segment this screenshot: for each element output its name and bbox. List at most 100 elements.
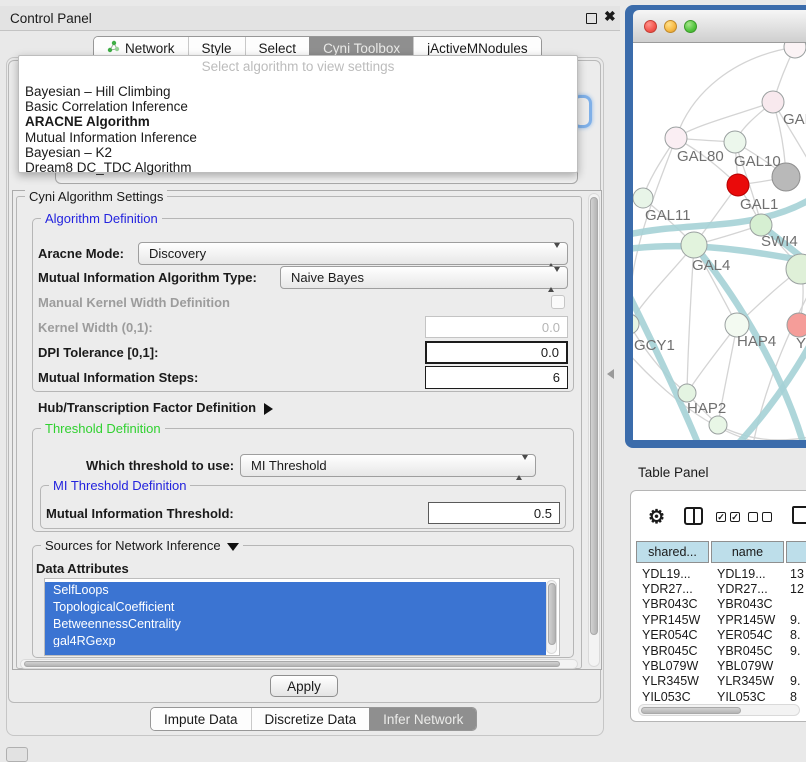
node-label-gal10: GAL10 <box>734 153 781 170</box>
node-top[interactable] <box>784 43 806 58</box>
algorithm-option-dream8-dc-tdc-algorithm[interactable]: Dream8 DC_TDC Algorithm <box>23 160 577 175</box>
kernel-width-label: Kernel Width (0,1): <box>38 320 153 335</box>
node-label-hap4: HAP4 <box>737 333 776 350</box>
apply-button[interactable]: Apply <box>270 675 338 697</box>
node-label-gcy1: GCY1 <box>634 337 675 354</box>
split-columns-icon[interactable] <box>684 507 703 525</box>
table-row[interactable]: YER054CYER054C8. <box>636 628 806 643</box>
network-edge-highlighted <box>633 291 701 440</box>
bottom-left-partial-button[interactable] <box>6 747 28 762</box>
mi-threshold-field[interactable]: 0.5 <box>428 502 560 524</box>
deselect-all-columns-icon[interactable] <box>748 512 772 522</box>
algorithm-option-bayesian-k2[interactable]: Bayesian – K2 <box>23 145 577 160</box>
select-all-columns-icon[interactable]: ✓✓ <box>716 512 740 522</box>
algorithm-option-bayesian-hill-climbing[interactable]: Bayesian – Hill Climbing <box>23 84 577 99</box>
table-row[interactable]: YBR043CYBR043C <box>636 597 806 612</box>
table-settings-gear-icon[interactable]: ⚙ <box>648 506 665 529</box>
tab-label: Select <box>259 41 297 56</box>
table-cell: 9. <box>786 674 806 688</box>
table-cell: YBL079W <box>636 659 711 673</box>
attribute-item-betweennesscentrality[interactable]: BetweennessCentrality <box>45 616 546 633</box>
column-header-name[interactable]: name <box>711 541 784 563</box>
table-cell: 8 <box>786 690 806 704</box>
table-row[interactable]: YIL053CYIL053C8 <box>636 689 806 704</box>
table-cell: YDL19... <box>636 567 711 581</box>
column-header-shared-[interactable]: shared... <box>636 541 709 563</box>
column-header-cut[interactable] <box>786 541 806 563</box>
table-cell: YDR27... <box>636 582 711 596</box>
mi-steps-label: Mutual Information Steps: <box>38 370 198 385</box>
table-cell: YIL053C <box>711 690 786 704</box>
settings-hscrollbar-thumb[interactable] <box>24 661 560 667</box>
hub-definition-toggle[interactable]: Hub/Transcription Factor Definition <box>38 400 273 415</box>
node-gal1[interactable] <box>727 174 749 196</box>
table-cell: YER054C <box>636 628 711 642</box>
algorithm-definition-title: Algorithm Definition <box>41 211 162 226</box>
close-window-icon[interactable] <box>644 20 657 33</box>
spinner-arrows-icon <box>516 460 528 475</box>
close-panel-icon[interactable]: ✖ <box>604 8 616 25</box>
table-row[interactable]: YPR145WYPR145W9. <box>636 612 806 627</box>
which-threshold-label: Which threshold to use: <box>86 458 234 473</box>
mi-algorithm-type-select[interactable]: Naive Bayes <box>280 266 568 289</box>
tab-impute-data[interactable]: Impute Data <box>151 708 251 730</box>
node-gal4[interactable] <box>681 232 707 258</box>
settings-vscrollbar-thumb[interactable] <box>590 197 598 635</box>
app-root: { "colors": { "selection_blue": "#3b74d2… <box>0 0 806 762</box>
algorithm-option-basic-correlation-inference[interactable]: Basic Correlation Inference <box>23 99 577 114</box>
manual-kernel-width-checkbox[interactable] <box>551 295 565 309</box>
settings-vertical-scrollbar[interactable] <box>588 193 600 667</box>
aracne-mode-select[interactable]: Discovery <box>138 242 568 265</box>
list-scrollbar-thumb[interactable] <box>548 583 556 645</box>
kernel-width-field[interactable]: 0.0 <box>425 316 568 338</box>
node-gal80[interactable] <box>665 127 687 149</box>
mi-threshold-label: Mutual Information Threshold: <box>46 506 234 521</box>
node-salmon[interactable] <box>787 313 806 337</box>
data-attributes-list: SelfLoopsTopologicalCoefficientBetweenne… <box>44 578 560 656</box>
which-threshold-select[interactable]: MI Threshold <box>240 454 536 477</box>
manual-kernel-width-label: Manual Kernel Width Definition <box>38 295 230 310</box>
settings-horizontal-scrollbar[interactable] <box>20 659 578 669</box>
table-hscrollbar-thumb[interactable] <box>641 707 741 714</box>
sources-title-text: Sources for Network Inference <box>45 538 221 553</box>
table-cell: YLR345W <box>711 674 786 688</box>
tab-infer-network[interactable]: Infer Network <box>369 708 476 730</box>
list-vertical-scrollbar[interactable] <box>546 580 557 654</box>
algorithm-dropdown-popup: Select algorithm to view settings Bayesi… <box>18 55 578 173</box>
tab-discretize-data[interactable]: Discretize Data <box>251 708 370 730</box>
network-window-titlebar[interactable] <box>633 10 806 43</box>
table-row[interactable]: YDL19...YDL19...13 <box>636 566 806 581</box>
table-row[interactable]: YBR045CYBR045C9. <box>636 643 806 658</box>
float-window-icon[interactable] <box>586 13 597 24</box>
export-table-icon[interactable] <box>792 506 806 524</box>
network-icon <box>107 40 120 56</box>
table-body: YDL19...YDL19...13YDR27...YDR27...12YBR0… <box>636 566 806 705</box>
table-horizontal-scrollbar[interactable] <box>638 704 800 716</box>
network-edge <box>687 325 737 393</box>
tab-label: Network <box>125 41 175 56</box>
attribute-item-selfloops[interactable]: SelfLoops <box>45 582 546 599</box>
table-row[interactable]: YBL079WYBL079W <box>636 658 806 673</box>
algorithm-option-mutual-information-inference[interactable]: Mutual Information Inference <box>23 130 577 145</box>
table-cell: YPR145W <box>636 613 711 627</box>
table-cell: 13 <box>786 567 806 581</box>
algorithm-option-aracne-algorithm[interactable]: ARACNE Algorithm <box>23 114 577 129</box>
node-label-swi4: SWI4 <box>761 233 798 250</box>
table-cell: YPR145W <box>711 613 786 627</box>
splitpane-collapse-icon[interactable] <box>607 369 614 379</box>
attribute-item-partial[interactable] <box>45 647 546 656</box>
node-gal10[interactable] <box>724 131 746 153</box>
table-row[interactable]: YLR345WYLR345W9. <box>636 674 806 689</box>
node-gal11[interactable] <box>633 188 653 208</box>
table-cell: YBR043C <box>636 597 711 611</box>
mi-steps-field[interactable]: 6 <box>425 366 568 389</box>
table-row[interactable]: YDR27...YDR27...12 <box>636 581 806 596</box>
zoom-window-icon[interactable] <box>684 20 697 33</box>
node-bottom[interactable] <box>709 416 727 434</box>
network-canvas[interactable]: GALGAL80GAL10GAL1GAL11SWI4GAL4GCY1HAP4YH… <box>633 43 806 440</box>
sources-group-title[interactable]: Sources for Network Inference <box>41 538 243 553</box>
node-gal-right[interactable] <box>762 91 784 113</box>
dpi-tolerance-field[interactable]: 0.0 <box>425 341 568 364</box>
attribute-item-topologicalcoefficient[interactable]: TopologicalCoefficient <box>45 599 546 616</box>
minimize-window-icon[interactable] <box>664 20 677 33</box>
